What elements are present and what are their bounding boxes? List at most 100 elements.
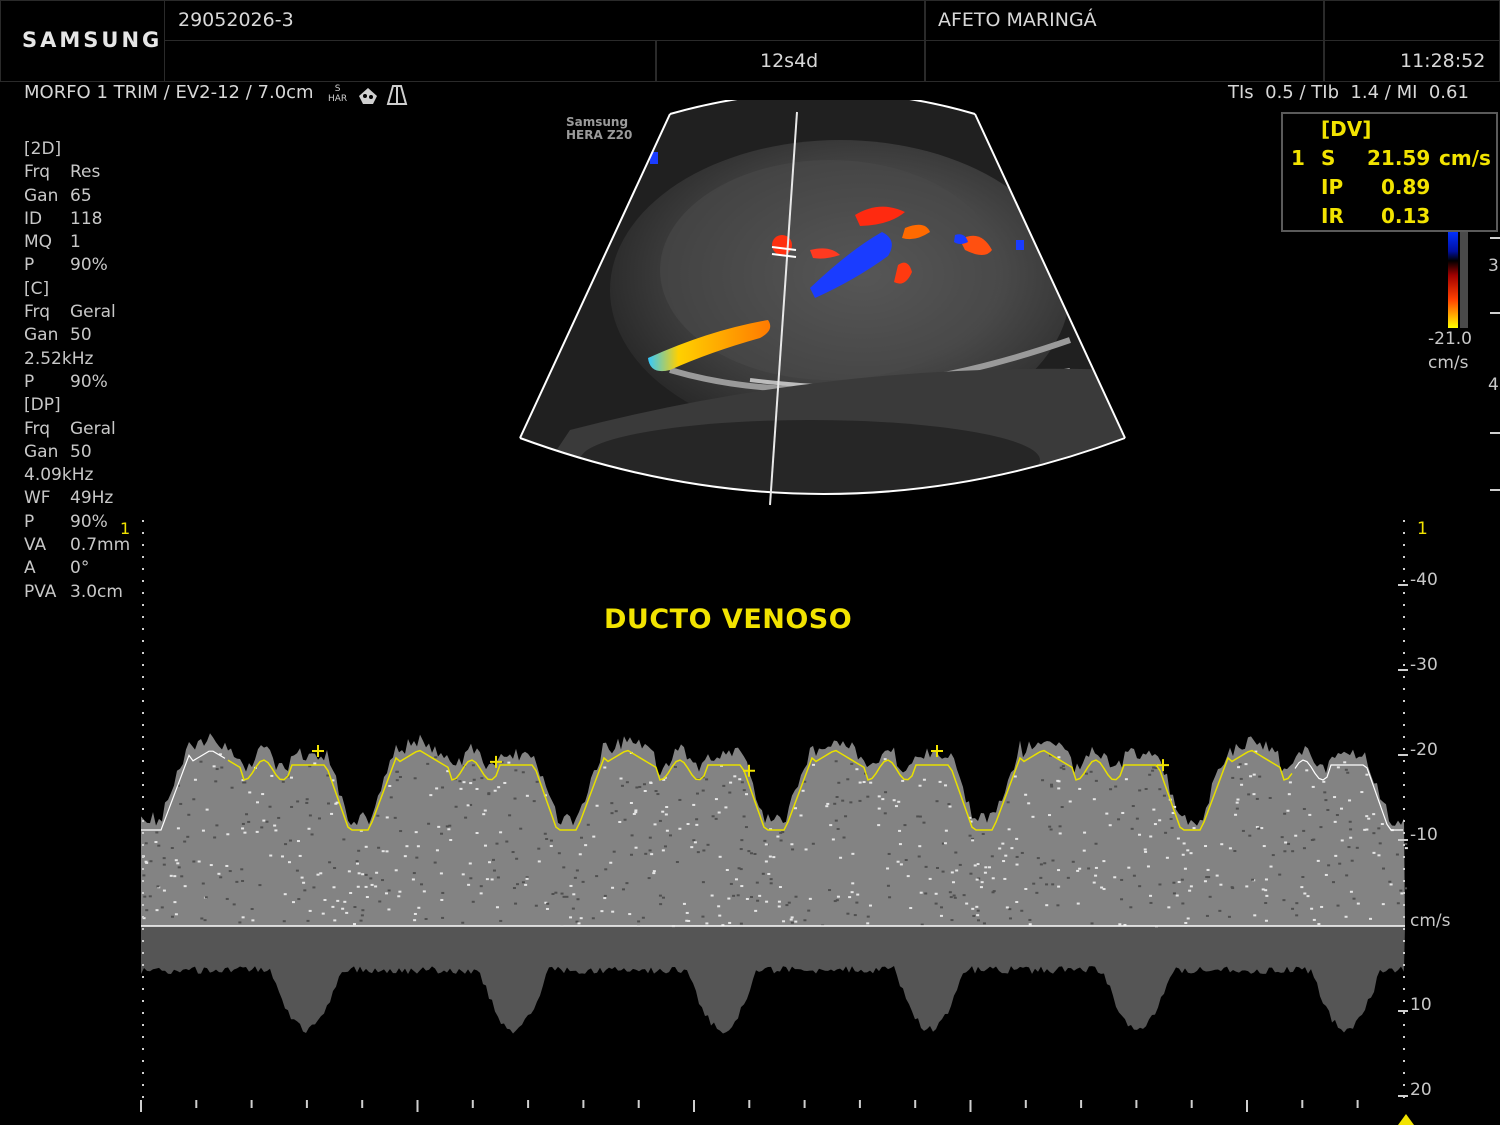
spectrum-speckle: [551, 893, 554, 895]
spectrum-speckle: [1093, 798, 1096, 800]
spectrum-speckle: [728, 792, 731, 794]
spectrum-speckle: [1069, 801, 1072, 803]
spectrum-speckle: [288, 861, 291, 863]
spectrum-speckle: [205, 896, 208, 898]
depth-scale-partial-top: 3: [1488, 256, 1499, 276]
spectrum-speckle: [1332, 881, 1335, 883]
spectrum-speckle: [1360, 791, 1363, 793]
spectrum-speckle: [1127, 867, 1130, 869]
spectrum-speckle: [357, 886, 360, 888]
spectrum-speckle: [837, 828, 840, 830]
spectrum-speckle: [492, 859, 495, 861]
spectrum-speckle: [935, 893, 938, 895]
spectrum-speckle: [569, 885, 572, 887]
spectrum-speckle: [674, 766, 677, 768]
axis-dot: [142, 1072, 144, 1074]
spectrum-speckle: [884, 758, 887, 760]
spectrum-speckle: [924, 892, 927, 894]
spectrum-speckle: [580, 917, 583, 919]
axis-dot: [1403, 532, 1405, 534]
spectrum-speckle: [1319, 826, 1322, 828]
spectrum-speckle: [175, 859, 178, 861]
spectrum-speckle: [386, 850, 389, 852]
spectrum-speckle: [440, 899, 443, 901]
header-row-bottom: [164, 40, 1500, 82]
axis-dot: [1403, 724, 1405, 726]
spectrum-speckle: [1102, 860, 1105, 862]
spectrum-speckle: [705, 922, 708, 924]
axis-dot: [1403, 832, 1405, 834]
axis-dot: [1403, 700, 1405, 702]
spectrum-speckle: [719, 856, 722, 858]
spectrum-speckle: [869, 782, 872, 784]
spectrum-speckle: [832, 838, 835, 840]
param-value: 1: [70, 231, 81, 254]
spectrum-speckle: [655, 790, 658, 792]
spectrum-speckle: [977, 910, 980, 912]
param-key: MQ: [24, 231, 70, 254]
spectrum-speckle: [1322, 781, 1325, 783]
axis-dot: [142, 532, 144, 534]
spectrum-speckle: [1396, 854, 1399, 856]
spectrum-speckle: [1291, 908, 1294, 910]
spectrum-speckle: [349, 892, 352, 894]
spectrum-speckle: [901, 780, 904, 782]
spectrum-speckle: [733, 775, 736, 777]
header-divider-2: [1323, 0, 1325, 82]
spectrum-speckle: [1303, 808, 1306, 810]
spectrum-speckle: [1083, 832, 1086, 834]
spectrum-speckle: [388, 785, 391, 787]
spectrum-speckle: [1133, 875, 1136, 877]
spectrum-speckle: [1186, 849, 1189, 851]
spectrum-speckle: [544, 833, 547, 835]
spectrum-speckle: [887, 885, 890, 887]
spectrum-speckle: [977, 919, 980, 921]
clock-time: 11:28:52: [1400, 50, 1485, 72]
spectrum-speckle: [624, 819, 627, 821]
spectrum-speckle: [226, 833, 229, 835]
spectrum-speckle: [353, 906, 356, 908]
spectrum-speckle: [1310, 908, 1313, 910]
axis-dot: [1403, 820, 1405, 822]
spectrum-speckle: [950, 896, 953, 898]
spectrum-speckle: [835, 820, 838, 822]
axis-dot: [142, 1060, 144, 1062]
spectrum-speckle: [637, 920, 640, 922]
spectrum-speckle: [1365, 815, 1368, 817]
spectrum-speckle: [1301, 876, 1304, 878]
spectrum-speckle: [171, 916, 174, 918]
spectrum-speckle: [643, 783, 646, 785]
axis-dot: [1403, 916, 1405, 918]
spectrum-speckle: [1120, 879, 1123, 881]
spectrum-speckle: [290, 777, 293, 779]
axis-dot: [142, 568, 144, 570]
header-divider-1: [924, 0, 926, 82]
spectrum-speckle: [1035, 892, 1038, 894]
velocity-scale-label: -30: [1410, 655, 1438, 675]
spectrum-speckle: [554, 892, 557, 894]
spectrum-speckle: [635, 847, 638, 849]
spectrum-speckle: [678, 799, 681, 801]
sector-icon: [386, 84, 408, 106]
axis-dot: [142, 556, 144, 558]
spectrum-speckle: [459, 788, 462, 790]
ir-value: 0.13: [1381, 204, 1430, 228]
spectrum-speckle: [1067, 877, 1070, 879]
spectrum-speckle: [1087, 867, 1090, 869]
param-row: [C]: [24, 278, 130, 301]
spectrum-speckle: [1388, 881, 1391, 883]
spectrum-speckle: [1327, 864, 1330, 866]
spectrum-speckle: [1004, 855, 1007, 857]
spectrum-speckle: [1051, 883, 1054, 885]
spectrum-speckle: [878, 795, 881, 797]
spectrum-speckle: [204, 919, 207, 921]
spectrum-speckle: [893, 799, 896, 801]
spectrum-speckle: [1056, 904, 1059, 906]
spectrum-speckle: [1003, 878, 1006, 880]
spectrum-speckle: [1233, 850, 1236, 852]
param-value: 90%: [70, 254, 108, 277]
axis-dot: [1403, 928, 1405, 930]
param-row: 2.52kHz: [24, 348, 130, 371]
spectrum-speckle: [695, 818, 698, 820]
axis-dot: [142, 616, 144, 618]
